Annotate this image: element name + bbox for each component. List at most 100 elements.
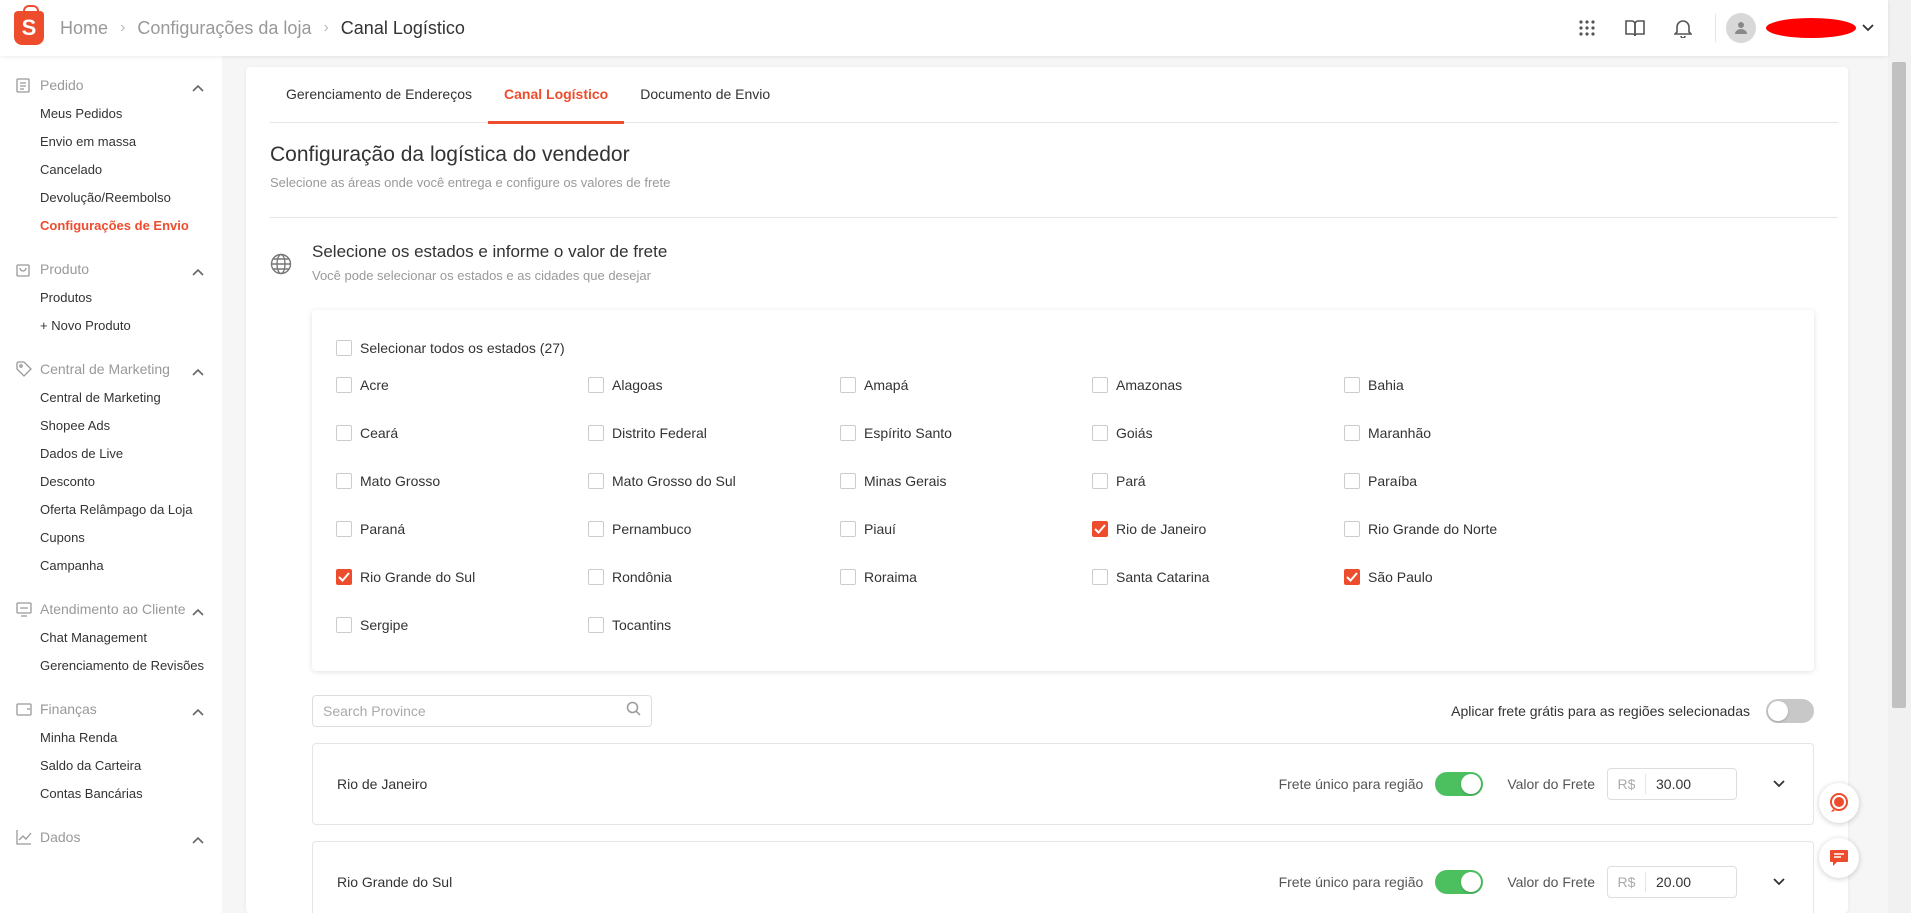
- sidebar-item[interactable]: + Novo Produto: [0, 312, 222, 340]
- scrollbar[interactable]: [1888, 0, 1911, 913]
- checkbox[interactable]: [588, 473, 604, 489]
- checkbox[interactable]: [1344, 425, 1360, 441]
- checkbox[interactable]: [840, 377, 856, 393]
- checkbox[interactable]: [1344, 521, 1360, 537]
- scrollbar-thumb[interactable]: [1892, 62, 1906, 708]
- sidebar-item[interactable]: Produtos: [0, 284, 222, 312]
- chevron-up-icon[interactable]: [192, 79, 204, 95]
- username-redacted[interactable]: [1766, 18, 1856, 38]
- checkbox[interactable]: [336, 473, 352, 489]
- state-option[interactable]: Santa Catarina: [1092, 568, 1344, 586]
- state-option[interactable]: Alagoas: [588, 376, 840, 394]
- state-option[interactable]: Mato Grosso: [336, 472, 588, 490]
- chevron-up-icon[interactable]: [192, 363, 204, 379]
- chevron-up-icon[interactable]: [192, 703, 204, 719]
- select-all-checkbox[interactable]: [336, 340, 352, 356]
- sidebar-item[interactable]: Shopee Ads: [0, 412, 222, 440]
- breadcrumb-store-settings[interactable]: Configurações da loja: [137, 18, 311, 39]
- sidebar-item[interactable]: Oferta Relâmpago da Loja: [0, 496, 222, 524]
- sidebar-item[interactable]: Minha Renda: [0, 724, 222, 752]
- checkbox-checked[interactable]: [1092, 521, 1108, 537]
- sidebar-group-header[interactable]: Produto: [0, 254, 222, 284]
- avatar[interactable]: [1726, 13, 1756, 43]
- state-option[interactable]: Rio Grande do Norte: [1344, 520, 1596, 538]
- state-option[interactable]: Acre: [336, 376, 588, 394]
- search-input[interactable]: [323, 703, 626, 719]
- bell-icon[interactable]: [1671, 16, 1695, 40]
- sidebar-group-header[interactable]: Pedido: [0, 70, 222, 100]
- message-icon[interactable]: [1819, 838, 1859, 878]
- breadcrumb-home[interactable]: Home: [60, 18, 108, 39]
- state-option[interactable]: Sergipe: [336, 616, 588, 634]
- single-rate-toggle[interactable]: [1435, 772, 1484, 796]
- checkbox[interactable]: [588, 377, 604, 393]
- state-option[interactable]: São Paulo: [1344, 568, 1596, 586]
- sidebar-group-header[interactable]: Central de Marketing: [0, 354, 222, 384]
- chevron-down-icon[interactable]: [1773, 775, 1785, 793]
- checkbox[interactable]: [336, 425, 352, 441]
- checkbox[interactable]: [588, 425, 604, 441]
- chevron-down-icon[interactable]: [1773, 873, 1785, 891]
- state-option[interactable]: Paraíba: [1344, 472, 1596, 490]
- checkbox[interactable]: [1344, 377, 1360, 393]
- book-icon[interactable]: [1623, 16, 1647, 40]
- state-option[interactable]: Amazonas: [1092, 376, 1344, 394]
- checkbox[interactable]: [840, 425, 856, 441]
- checkbox[interactable]: [588, 569, 604, 585]
- free-shipping-toggle[interactable]: [1766, 699, 1814, 723]
- checkbox[interactable]: [336, 521, 352, 537]
- sidebar-item[interactable]: Configurações de Envio: [0, 212, 222, 240]
- checkbox[interactable]: [840, 569, 856, 585]
- sidebar-item[interactable]: Campanha: [0, 552, 222, 580]
- sidebar-item[interactable]: Cancelado: [0, 156, 222, 184]
- sidebar-group-header[interactable]: Atendimento ao Cliente: [0, 594, 222, 624]
- sidebar-item[interactable]: Devolução/Reembolso: [0, 184, 222, 212]
- sidebar-item[interactable]: Chat Management: [0, 624, 222, 652]
- checkbox[interactable]: [840, 521, 856, 537]
- checkbox[interactable]: [1092, 473, 1108, 489]
- checkbox-checked[interactable]: [336, 569, 352, 585]
- checkbox[interactable]: [1092, 377, 1108, 393]
- single-rate-toggle[interactable]: [1435, 870, 1484, 894]
- state-option[interactable]: Paraná: [336, 520, 588, 538]
- fee-input[interactable]: R$ 20.00: [1607, 866, 1737, 898]
- sidebar-group-header[interactable]: Dados: [0, 822, 222, 852]
- state-option[interactable]: Maranhão: [1344, 424, 1596, 442]
- state-option[interactable]: Minas Gerais: [840, 472, 1092, 490]
- chevron-up-icon[interactable]: [192, 603, 204, 619]
- checkbox[interactable]: [840, 473, 856, 489]
- state-option[interactable]: Distrito Federal: [588, 424, 840, 442]
- checkbox[interactable]: [1344, 473, 1360, 489]
- apps-grid-icon[interactable]: [1575, 16, 1599, 40]
- sidebar-item[interactable]: Contas Bancárias: [0, 780, 222, 808]
- state-option[interactable]: Rio Grande do Sul: [336, 568, 588, 586]
- state-option[interactable]: Rondônia: [588, 568, 840, 586]
- state-option[interactable]: Piauí: [840, 520, 1092, 538]
- tab-shipping-document[interactable]: Documento de Envio: [624, 67, 786, 123]
- sidebar-item[interactable]: Gerenciamento de Revisões: [0, 652, 222, 680]
- sidebar-item[interactable]: Central de Marketing: [0, 384, 222, 412]
- sidebar-item[interactable]: Envio em massa: [0, 128, 222, 156]
- state-option[interactable]: Espírito Santo: [840, 424, 1092, 442]
- state-option[interactable]: Goiás: [1092, 424, 1344, 442]
- chevron-up-icon[interactable]: [192, 831, 204, 847]
- chevron-up-icon[interactable]: [192, 263, 204, 279]
- fee-value[interactable]: 20.00: [1646, 874, 1691, 890]
- state-option[interactable]: Roraima: [840, 568, 1092, 586]
- sidebar-item[interactable]: Meus Pedidos: [0, 100, 222, 128]
- state-option[interactable]: Ceará: [336, 424, 588, 442]
- fee-input[interactable]: R$ 30.00: [1607, 768, 1737, 800]
- sidebar-item[interactable]: Cupons: [0, 524, 222, 552]
- tab-logistics-channel[interactable]: Canal Logístico: [488, 67, 625, 124]
- sidebar-item[interactable]: Saldo da Carteira: [0, 752, 222, 780]
- state-option[interactable]: Mato Grosso do Sul: [588, 472, 840, 490]
- sidebar-item[interactable]: Desconto: [0, 468, 222, 496]
- checkbox[interactable]: [1092, 569, 1108, 585]
- search-icon[interactable]: [626, 701, 641, 721]
- fee-value[interactable]: 30.00: [1646, 776, 1691, 792]
- state-option[interactable]: Pernambuco: [588, 520, 840, 538]
- chevron-down-icon[interactable]: [1862, 19, 1874, 37]
- state-option[interactable]: Amapá: [840, 376, 1092, 394]
- checkbox[interactable]: [588, 617, 604, 633]
- state-option[interactable]: Bahia: [1344, 376, 1596, 394]
